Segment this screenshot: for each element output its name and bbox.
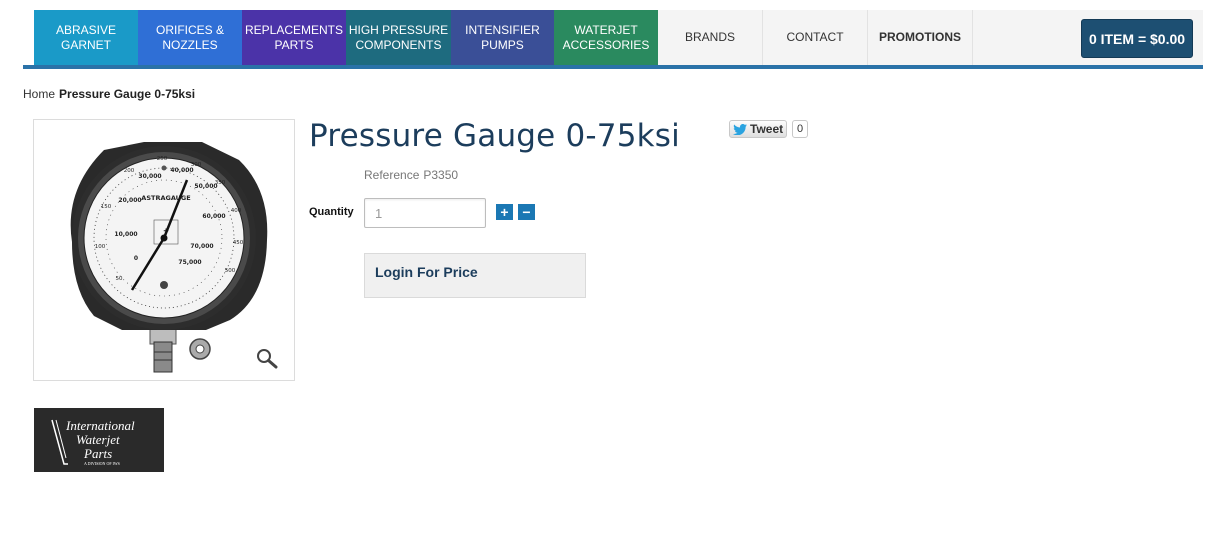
- login-for-price-box: Login For Price: [364, 253, 586, 298]
- product-reference: Reference P3350: [364, 168, 458, 182]
- logo-text-line3: Parts: [84, 446, 113, 461]
- gauge-scale-inner: 20,000: [118, 197, 141, 204]
- tweet-label: Tweet: [750, 122, 784, 136]
- nav-orifices-nozzles[interactable]: ORIFICES & NOZZLES: [138, 10, 242, 65]
- gauge-scale-outer: 200: [124, 168, 135, 174]
- nav-label-line1: ORIFICES &: [155, 22, 224, 37]
- nav-label: BRANDS: [684, 30, 735, 44]
- gauge-scale-inner: 50,000: [194, 183, 217, 190]
- logo-text-line4: A DIVISION OF IWS: [84, 461, 120, 466]
- nav-waterjet-accessories[interactable]: WATERJET ACCESSORIES: [554, 10, 658, 65]
- product-image[interactable]: 50 100 150 200 250 300 350 400 450 500 0…: [33, 119, 295, 381]
- gauge-scale-inner: 30,000: [138, 173, 161, 180]
- gauge-brand: ASTRAGAUGE: [141, 194, 190, 202]
- tweet-count: 0: [792, 120, 808, 138]
- gauge-scale-inner: 40,000: [170, 167, 193, 174]
- gauge-scale-inner: 10,000: [114, 231, 137, 238]
- nav-abrasive-garnet[interactable]: ABRASIVE GARNET: [34, 10, 138, 65]
- reference-label: Reference: [364, 168, 420, 182]
- nav-label-line1: ABRASIVE: [55, 22, 117, 37]
- breadcrumb-home-link[interactable]: Home: [23, 87, 55, 101]
- cart-button[interactable]: 0 ITEM = $0.00: [1081, 19, 1193, 58]
- nav-label-line2: ACCESSORIES: [562, 37, 650, 52]
- gauge-scale-inner: 70,000: [190, 243, 213, 250]
- login-for-price-link[interactable]: Login For Price: [375, 264, 478, 280]
- zoom-icon[interactable]: [255, 348, 279, 370]
- gauge-scale-inner: 60,000: [202, 213, 225, 220]
- quantity-increase-button[interactable]: +: [496, 204, 513, 220]
- nav-label-line2: PARTS: [274, 37, 314, 52]
- twitter-bird-icon: [733, 123, 747, 135]
- breadcrumb-current: Pressure Gauge 0-75ksi: [59, 87, 196, 101]
- gauge-scale-outer: 150: [101, 204, 112, 210]
- gauge-scale-outer: 250: [157, 156, 168, 162]
- reference-value: P3350: [423, 168, 459, 182]
- gauge-scale-outer: 500: [225, 268, 236, 274]
- nav-label-line1: HIGH PRESSURE: [348, 22, 449, 37]
- pressure-gauge-icon: 50 100 150 200 250 300 350 400 450 500 0…: [70, 142, 268, 373]
- nav-contact[interactable]: CONTACT: [763, 10, 868, 65]
- nav-promotions[interactable]: PROMOTIONS: [868, 10, 973, 65]
- nav-label: PROMOTIONS: [878, 30, 961, 44]
- page-title: Pressure Gauge 0-75ksi: [309, 118, 680, 154]
- nav-brands[interactable]: BRANDS: [658, 10, 763, 65]
- quantity-decrease-button[interactable]: −: [518, 204, 535, 220]
- nav-label-line1: WATERJET: [574, 22, 638, 37]
- gauge-scale-outer: 100: [95, 244, 106, 250]
- gauge-scale-outer: 400: [231, 208, 242, 214]
- quantity-input[interactable]: [364, 198, 486, 228]
- nav-intensifier-pumps[interactable]: INTENSIFIER PUMPS: [451, 10, 554, 65]
- nav-high-pressure-components[interactable]: HIGH PRESSURE COMPONENTS: [346, 10, 451, 65]
- nav-label-line2: PUMPS: [481, 37, 524, 52]
- nav-label-line2: COMPONENTS: [355, 37, 442, 52]
- gauge-scale-outer: 50: [116, 276, 123, 282]
- nav-label: CONTACT: [786, 30, 844, 44]
- nav-replacement-parts[interactable]: REPLACEMENTS PARTS: [242, 10, 346, 65]
- quantity-label: Quantity: [309, 206, 354, 218]
- nav-underline: [23, 65, 1203, 69]
- cart-label: 0 ITEM = $0.00: [1088, 30, 1186, 47]
- gauge-scale-outer: 450: [233, 240, 244, 246]
- gauge-scale-inner: 75,000: [178, 259, 201, 266]
- gauge-scale-inner: 0: [134, 255, 138, 262]
- brand-logo[interactable]: International Waterjet Parts A DIVISION …: [34, 408, 164, 472]
- nav-label-line1: REPLACEMENTS: [244, 22, 344, 37]
- nav-label-line2: NOZZLES: [162, 37, 218, 52]
- breadcrumb: Home Pressure Gauge 0-75ksi: [23, 87, 195, 101]
- nav-label-line2: GARNET: [60, 37, 111, 52]
- tweet-button[interactable]: Tweet: [729, 120, 787, 138]
- nav-label-line1: INTENSIFIER: [465, 22, 540, 37]
- main-navigation: ABRASIVE GARNET ORIFICES & NOZZLES REPLACE…: [34, 10, 1203, 65]
